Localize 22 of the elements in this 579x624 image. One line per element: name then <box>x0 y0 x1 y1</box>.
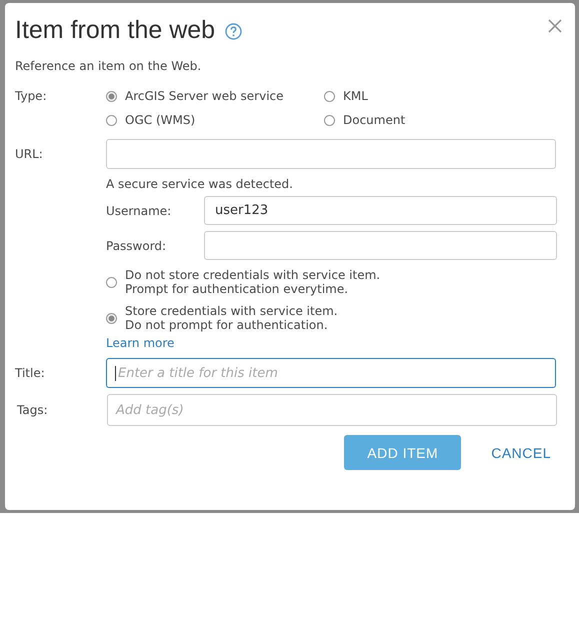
radio-option[interactable]: ArcGIS Server web service <box>106 89 324 103</box>
secure-notice: A secure service was detected. <box>106 177 294 191</box>
field-label: Title: <box>15 366 46 380</box>
password-field[interactable] <box>204 231 557 260</box>
radio-option[interactable]: Document <box>324 113 524 127</box>
radio-option[interactable]: OGC (WMS) <box>106 113 324 127</box>
learn-more-link[interactable]: Learn more <box>106 336 565 350</box>
username-field[interactable]: user123 <box>204 196 557 225</box>
dialog-description: Reference an item on the Web. <box>15 59 202 73</box>
dialog-title: Item from the web <box>15 16 216 44</box>
radio-option[interactable]: KML <box>324 89 524 103</box>
field-label: Password: <box>106 238 168 252</box>
radio-option[interactable]: Do not store credentials with service item. Prompt for authentication everytime. <box>106 268 565 296</box>
field-label: Tags: <box>17 403 49 417</box>
close-icon[interactable] <box>548 19 562 33</box>
help-icon[interactable] <box>225 23 242 40</box>
cancel-button[interactable]: CANCEL <box>481 444 561 460</box>
radio-option[interactable]: Store credentials with service item. Do not prompt for authentication. <box>106 304 565 332</box>
field-label: Username: <box>106 204 172 218</box>
url-field[interactable] <box>106 139 556 169</box>
field-label: Type: <box>15 89 48 103</box>
field-label: URL: <box>15 147 44 161</box>
